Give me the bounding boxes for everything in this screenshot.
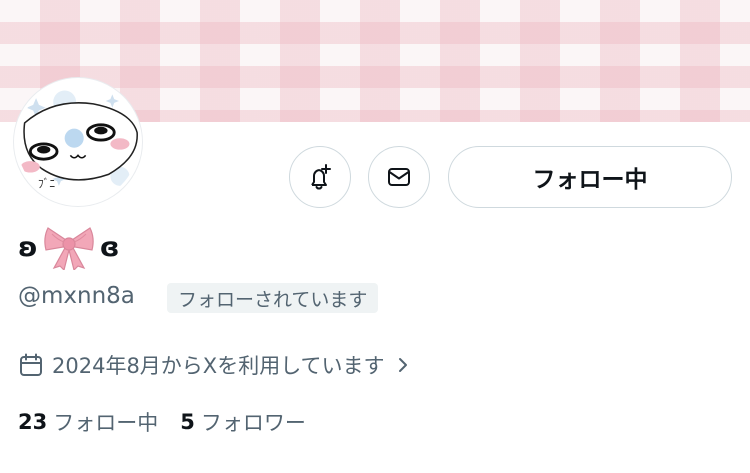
display-name: ʚ ɞ	[18, 222, 120, 272]
chevron-right-icon	[398, 358, 407, 372]
profile-handle: @mxnn8a	[18, 283, 135, 309]
message-button[interactable]	[368, 146, 430, 208]
followers-count: 5	[180, 410, 195, 434]
avatar-illustration: ﾌﾞﾆ	[17, 81, 139, 203]
joined-date-text: 2024年8月からXを利用しています	[52, 354, 385, 378]
following-button[interactable]: フォロー中	[448, 146, 732, 208]
following-label: フォロー中	[53, 411, 159, 435]
follow-stats: 23 フォロー中 5 フォロワー	[18, 407, 328, 437]
notify-button[interactable]	[289, 146, 351, 208]
display-name-right: ɞ	[99, 231, 120, 263]
joined-date-row[interactable]: 2024年8月からXを利用しています	[18, 350, 413, 380]
bell-plus-icon	[311, 164, 331, 190]
followers-label: フォロワー	[200, 411, 306, 435]
profile-avatar[interactable]: ﾌﾞﾆ	[14, 78, 142, 206]
following-count: 23	[18, 410, 48, 434]
followers-stat[interactable]: 5 フォロワー	[180, 407, 306, 437]
follows-you-badge: フォローされています	[167, 283, 379, 313]
envelope-icon	[388, 168, 410, 186]
following-stat[interactable]: 23 フォロー中	[18, 407, 158, 437]
display-name-left: ʚ	[18, 231, 38, 263]
svg-text:ﾌﾞﾆ: ﾌﾞﾆ	[38, 177, 55, 191]
calendar-icon	[20, 353, 42, 376]
ribbon-bow-icon	[44, 227, 94, 270]
